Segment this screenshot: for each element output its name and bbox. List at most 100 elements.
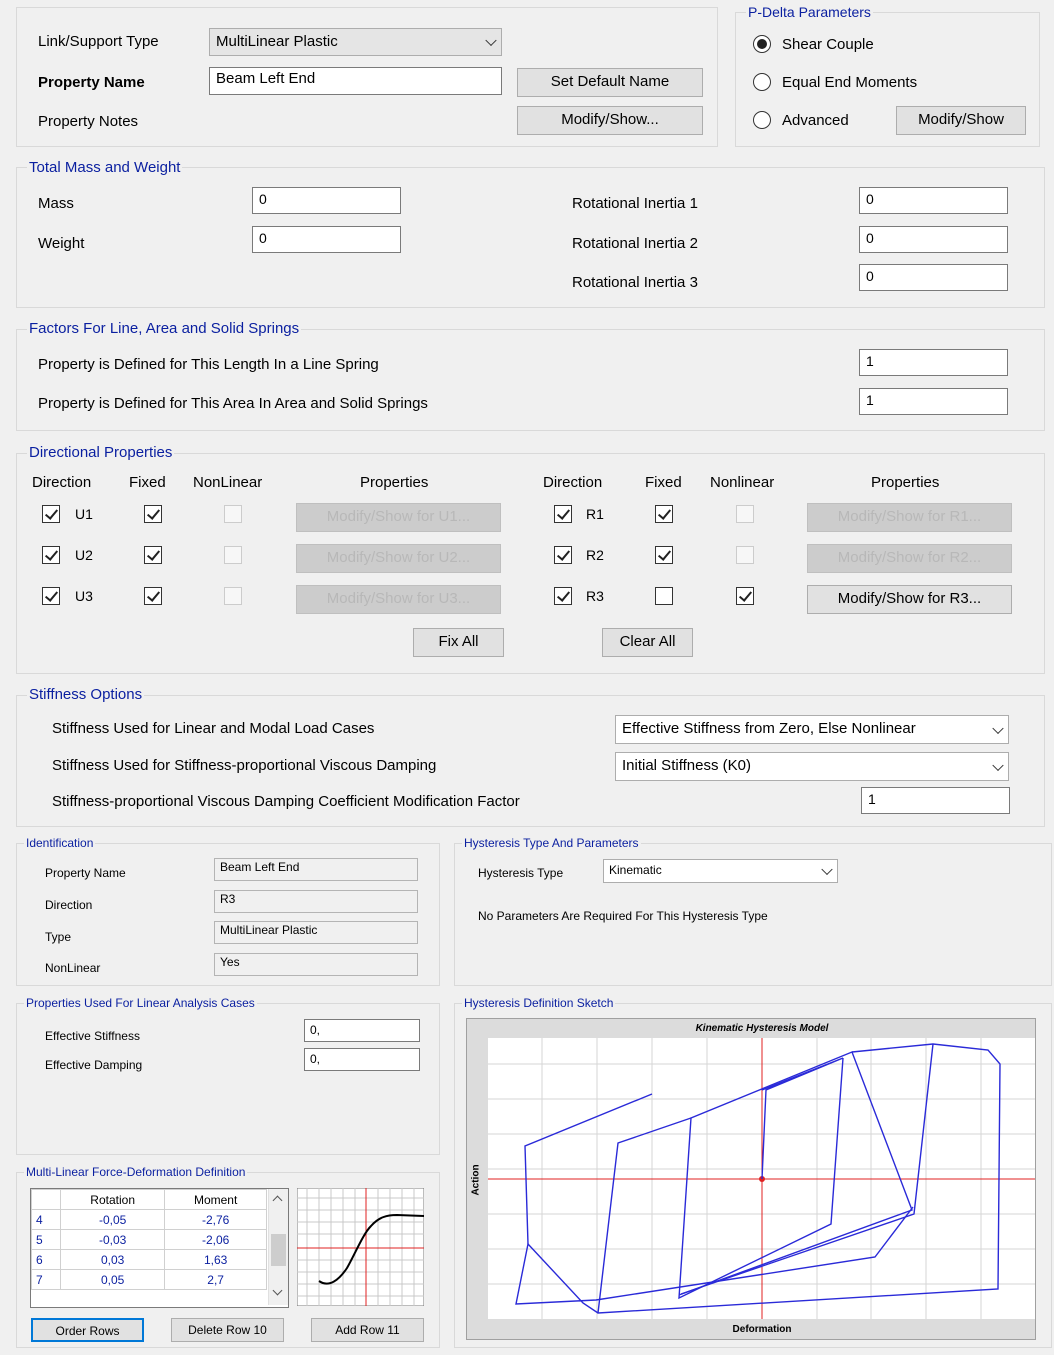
stiffness-linear-combo[interactable]: Effective Stiffness from Zero, Else Nonl… xyxy=(615,715,1009,744)
factors-title: Factors For Line, Area and Solid Springs xyxy=(27,320,302,337)
rot-inertia-3-label: Rotational Inertia 3 xyxy=(572,274,698,291)
fix-all-button[interactable]: Fix All xyxy=(413,628,504,657)
row-number: 5 xyxy=(31,1229,61,1250)
property-name-input[interactable]: Beam Left End xyxy=(209,67,502,95)
notes-modify-show-button[interactable]: Modify/Show... xyxy=(517,106,703,135)
col-rotation-header: Rotation xyxy=(59,1189,166,1210)
weight-label: Weight xyxy=(38,235,85,252)
equal-end-moments-radio[interactable] xyxy=(753,73,771,91)
hysteresis-type-value: Kinematic xyxy=(609,863,662,877)
plot-title: Kinematic Hysteresis Model xyxy=(695,1023,829,1034)
header-nonlinear-right: Nonlinear xyxy=(710,474,775,491)
force-deformation-table[interactable]: Rotation Moment 4 -0,05 -2,76 5 -0,03 -2… xyxy=(30,1188,289,1308)
mass-input[interactable]: 0 xyxy=(252,187,401,214)
moment-cell[interactable]: 1,63 xyxy=(164,1249,267,1270)
plot-ylabel: Action xyxy=(470,1164,482,1196)
equal-end-moments-label: Equal End Moments xyxy=(782,74,918,91)
hysteresis-title: Hysteresis Type And Parameters xyxy=(462,836,641,850)
set-default-name-button[interactable]: Set Default Name xyxy=(517,68,703,97)
mass-label: Mass xyxy=(38,195,74,212)
table-scrollbar[interactable] xyxy=(268,1189,288,1305)
table-row[interactable]: 7 0,05 2,7 xyxy=(31,1269,267,1290)
r2-fixed-checkbox[interactable] xyxy=(655,546,673,564)
id-direction-label: Direction xyxy=(45,898,93,912)
r1-direction-checkbox[interactable] xyxy=(554,505,572,523)
delete-row-button[interactable]: Delete Row 10 xyxy=(171,1318,284,1342)
r3-nonlinear-checkbox[interactable] xyxy=(736,587,754,605)
moment-cell[interactable]: -2,06 xyxy=(164,1229,267,1250)
u1-fixed-checkbox[interactable] xyxy=(144,505,162,523)
rotation-cell[interactable]: -0,05 xyxy=(59,1209,166,1230)
header-direction-right: Direction xyxy=(543,474,603,491)
clear-all-button[interactable]: Clear All xyxy=(602,628,693,657)
link-type-value: MultiLinear Plastic xyxy=(216,33,338,50)
moment-cell[interactable]: -2,76 xyxy=(164,1209,267,1230)
r3-label: R3 xyxy=(586,588,604,604)
line-spring-input[interactable]: 1 xyxy=(859,349,1008,376)
header-fixed-right: Fixed xyxy=(645,474,682,491)
rot-inertia-1-input[interactable]: 0 xyxy=(859,187,1008,214)
u2-direction-checkbox[interactable] xyxy=(42,546,60,564)
rot-inertia-2-input[interactable]: 0 xyxy=(859,226,1008,253)
rot-inertia-3-input[interactable]: 0 xyxy=(859,264,1008,291)
u2-fixed-checkbox[interactable] xyxy=(144,546,162,564)
moment-cell[interactable]: 2,7 xyxy=(164,1269,267,1290)
u2-nonlinear-checkbox xyxy=(224,546,242,564)
effective-stiffness-input[interactable]: 0, xyxy=(304,1019,420,1042)
r2-label: R2 xyxy=(586,547,604,563)
stiffness-linear-value: Effective Stiffness from Zero, Else Nonl… xyxy=(622,720,916,737)
header-nonlinear-left: NonLinear xyxy=(193,474,263,491)
add-row-button[interactable]: Add Row 11 xyxy=(311,1318,424,1342)
shear-couple-radio[interactable] xyxy=(753,35,771,53)
stiffness-damping-combo[interactable]: Initial Stiffness (K0) xyxy=(615,752,1009,781)
r1-label: R1 xyxy=(586,506,604,522)
header-properties-left: Properties xyxy=(360,474,429,491)
stiffness-linear-label: Stiffness Used for Linear and Modal Load… xyxy=(52,720,375,737)
linear-title: Properties Used For Linear Analysis Case… xyxy=(24,996,257,1010)
r3-fixed-checkbox[interactable] xyxy=(655,587,673,605)
scroll-down-icon[interactable] xyxy=(272,1285,283,1296)
scroll-thumb[interactable] xyxy=(271,1234,286,1266)
r1-fixed-checkbox[interactable] xyxy=(655,505,673,523)
scroll-up-icon[interactable] xyxy=(272,1195,283,1206)
rotation-cell[interactable]: 0,05 xyxy=(59,1269,166,1290)
line-spring-label: Property is Defined for This Length In a… xyxy=(38,356,379,373)
advanced-radio[interactable] xyxy=(753,111,771,129)
identification-title: Identification xyxy=(24,836,96,850)
header-properties-right: Properties xyxy=(871,474,940,491)
table-row[interactable]: 5 -0,03 -2,06 xyxy=(31,1229,267,1250)
rotation-cell[interactable]: -0,03 xyxy=(59,1229,166,1250)
u3-direction-checkbox[interactable] xyxy=(42,587,60,605)
effective-damping-input[interactable]: 0, xyxy=(304,1048,420,1071)
weight-input[interactable]: 0 xyxy=(252,226,401,253)
area-spring-input[interactable]: 1 xyxy=(859,388,1008,415)
r2-direction-checkbox[interactable] xyxy=(554,546,572,564)
r3-modify-show-button[interactable]: Modify/Show for R3... xyxy=(807,585,1012,614)
u1-modify-show-button: Modify/Show for U1... xyxy=(296,503,501,532)
r1-nonlinear-checkbox xyxy=(736,505,754,523)
hysteresis-type-combo[interactable]: Kinematic xyxy=(603,859,838,883)
table-row[interactable]: 6 0,03 1,63 xyxy=(31,1249,267,1270)
id-type-value: MultiLinear Plastic xyxy=(214,921,418,944)
order-rows-button[interactable]: Order Rows xyxy=(31,1318,144,1342)
col-moment-header: Moment xyxy=(164,1189,267,1210)
link-type-label: Link/Support Type xyxy=(38,33,159,50)
stiffness-damping-value: Initial Stiffness (K0) xyxy=(622,757,751,774)
shear-couple-label: Shear Couple xyxy=(782,36,874,53)
pdelta-modify-show-button[interactable]: Modify/Show xyxy=(896,106,1026,135)
link-type-combo[interactable]: MultiLinear Plastic xyxy=(209,28,502,56)
effective-damping-label: Effective Damping xyxy=(45,1058,143,1072)
id-property-name-label: Property Name xyxy=(45,866,126,880)
rotation-cell[interactable]: 0,03 xyxy=(59,1249,166,1270)
property-notes-label: Property Notes xyxy=(38,113,139,130)
damping-factor-input[interactable]: 1 xyxy=(861,787,1010,814)
chevron-down-icon xyxy=(992,722,1004,734)
advanced-label: Advanced xyxy=(782,112,849,129)
r3-direction-checkbox[interactable] xyxy=(554,587,572,605)
u1-direction-checkbox[interactable] xyxy=(42,505,60,523)
r1-modify-show-button: Modify/Show for R1... xyxy=(807,503,1012,532)
u1-nonlinear-checkbox xyxy=(224,505,242,523)
u3-fixed-checkbox[interactable] xyxy=(144,587,162,605)
chevron-down-icon xyxy=(485,34,497,47)
table-row[interactable]: 4 -0,05 -2,76 xyxy=(31,1209,267,1230)
